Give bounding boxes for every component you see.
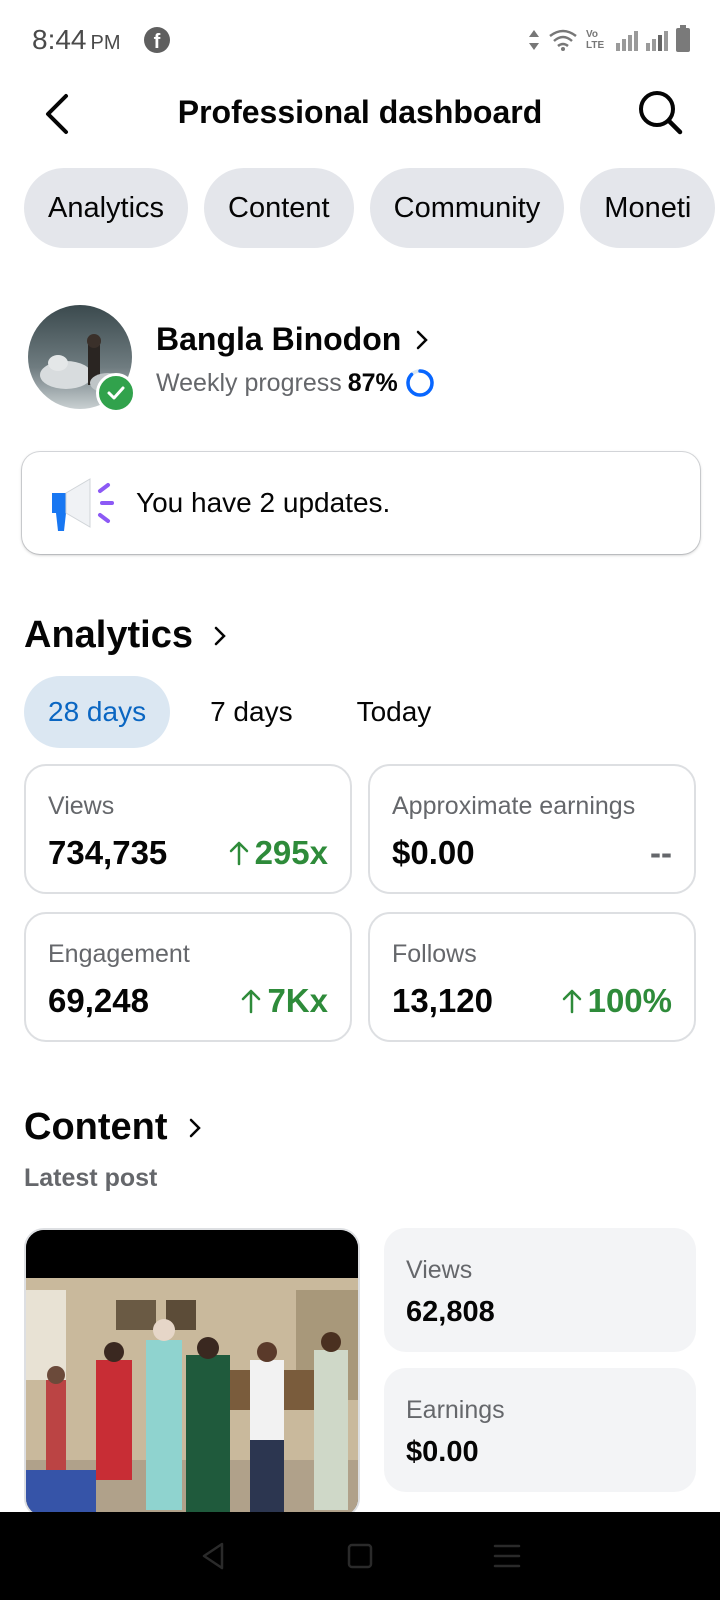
system-nav-bar [0, 1512, 720, 1600]
weekly-progress-value: 87% [347, 368, 398, 397]
metric-change-value: -- [650, 834, 672, 871]
weekly-progress-label: Weekly progress [156, 368, 342, 397]
status-time-value: 8:44 [32, 24, 87, 55]
metric-label: Engagement [48, 940, 190, 968]
status-time: 8:44 PM [32, 24, 121, 56]
status-time-ampm: PM [90, 32, 121, 54]
header: Professional dashboard [0, 80, 720, 158]
progress-ring-icon [406, 369, 434, 397]
page-title: Professional dashboard [177, 94, 543, 130]
range-tab-28-days[interactable]: 28 days [24, 676, 171, 748]
data-arrows-icon [529, 30, 539, 50]
square-home-icon [347, 1543, 373, 1569]
updates-card[interactable]: You have 2 updates. [22, 452, 700, 554]
triangle-back-icon [203, 1542, 224, 1570]
nav-menu-button[interactable] [487, 1536, 527, 1576]
metric-card-views[interactable]: Views 734,735 295x [24, 764, 352, 894]
metric-change: -- [650, 834, 672, 872]
profile-summary: Bangla Binodon Weekly progress 87% [28, 305, 688, 415]
nav-home-button[interactable] [340, 1536, 380, 1576]
metric-change: 295x [229, 834, 328, 872]
metric-label: Approximate earnings [392, 792, 636, 820]
post-stat-value: $0.00 [406, 1436, 479, 1468]
profile-name-link[interactable]: Bangla Binodon [156, 321, 429, 358]
metric-change-value: 100% [587, 982, 672, 1019]
metric-value: 13,120 [392, 982, 493, 1019]
metric-value: 69,248 [48, 982, 149, 1019]
metric-change-value: 295x [254, 834, 328, 871]
chevron-right-icon [189, 1118, 201, 1137]
latest-post-thumbnail[interactable] [24, 1228, 360, 1518]
wifi-icon [549, 29, 577, 51]
analytics-section-header[interactable]: Analytics [24, 614, 227, 657]
search-icon [639, 91, 683, 135]
tab-community[interactable]: Community [369, 168, 565, 248]
metric-change: 100% [562, 982, 672, 1020]
volte-label: Vo LTE [586, 29, 605, 51]
verified-badge-icon [96, 373, 136, 413]
menu-lines-icon [493, 1544, 520, 1568]
status-bar: 8:44 PM f Vo LTE [0, 0, 720, 80]
arrow-up-icon [562, 989, 581, 1014]
metric-card-earnings[interactable]: Approximate earnings $0.00 -- [368, 764, 696, 894]
post-stat-label: Earnings [406, 1396, 505, 1424]
search-button[interactable] [632, 84, 688, 140]
post-stat-label: Views [406, 1256, 473, 1284]
post-stat-views: Views 62,808 [384, 1228, 696, 1352]
metric-label: Follows [392, 940, 477, 968]
metric-change-value: 7Kx [267, 982, 328, 1019]
arrow-up-icon [242, 989, 261, 1014]
chevron-right-icon [214, 626, 226, 645]
facebook-notification-icon: f [144, 27, 170, 53]
arrow-up-icon [229, 841, 248, 866]
post-stat-value: 62,808 [406, 1296, 495, 1328]
range-tab-today[interactable]: Today [333, 676, 456, 748]
updates-text: You have 2 updates. [136, 487, 391, 518]
latest-post-label: Latest post [24, 1164, 158, 1192]
tab-monetization[interactable]: Moneti [580, 168, 716, 248]
weekly-progress: Weekly progress 87% [156, 367, 436, 399]
tab-analytics[interactable]: Analytics [24, 168, 189, 248]
range-tab-7-days[interactable]: 7 days [186, 676, 317, 748]
metric-card-follows[interactable]: Follows 13,120 100% [368, 912, 696, 1042]
dashboard-tabs: Analytics Content Community Moneti [24, 168, 720, 248]
profile-name: Bangla Binodon [156, 321, 402, 357]
signal-1-icon [616, 29, 638, 51]
metric-change: 7Kx [241, 982, 328, 1020]
nav-back-button[interactable] [193, 1536, 233, 1576]
metric-value: 734,735 [48, 834, 168, 871]
chevron-right-icon [417, 330, 429, 349]
signal-2-icon [646, 29, 668, 51]
status-icons: Vo LTE [528, 25, 690, 54]
post-stat-earnings: Earnings $0.00 [384, 1368, 696, 1492]
battery-icon [676, 25, 690, 52]
date-range-tabs: 28 days 7 days Today [24, 676, 455, 748]
content-title: Content [24, 1106, 168, 1148]
megaphone-icon [52, 478, 114, 531]
metric-card-engagement[interactable]: Engagement 69,248 7Kx [24, 912, 352, 1042]
metric-label: Views [48, 792, 115, 820]
metric-value: $0.00 [392, 834, 475, 871]
content-section-header[interactable]: Content [24, 1106, 202, 1149]
analytics-title: Analytics [24, 614, 193, 656]
post-thumbnail-image [26, 1230, 358, 1516]
tab-content[interactable]: Content [204, 168, 354, 248]
